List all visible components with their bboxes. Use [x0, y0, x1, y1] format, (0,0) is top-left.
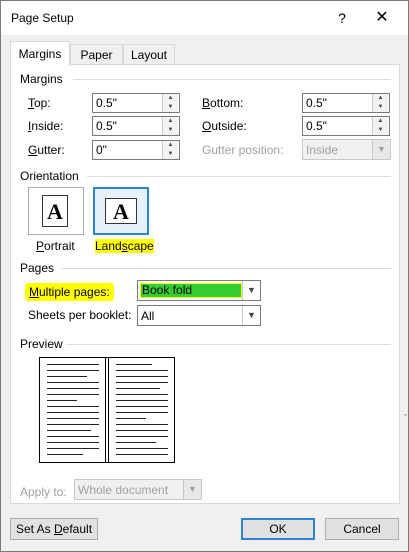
bottom-margin-spinner[interactable]: 0.5" ▲ ▼ — [302, 93, 390, 113]
preview-text-line — [116, 370, 168, 371]
gutter-position-label: Gutter position: — [202, 143, 284, 157]
preview-text-line — [47, 406, 99, 407]
ok-button[interactable]: OK — [241, 518, 315, 540]
spin-down-icon[interactable]: ▼ — [163, 126, 178, 135]
preview-text-line — [116, 382, 168, 383]
preview-text-line — [47, 424, 99, 425]
preview-text-line — [116, 394, 168, 395]
preview-left-page — [40, 358, 106, 462]
preview-text-line — [116, 424, 168, 425]
tab-paper[interactable]: Paper — [70, 44, 123, 64]
outside-margin-spinner[interactable]: 0.5" ▲ ▼ — [302, 116, 390, 136]
preview-text-line — [116, 442, 156, 443]
gutter-label: Gutter: — [28, 143, 65, 157]
margins-section-label: Margins — [20, 72, 63, 86]
orientation-section-label: Orientation — [20, 169, 79, 183]
preview-text-line — [47, 436, 99, 437]
margins-tab-panel: Margins Top: 0.5" ▲ ▼ Inside: 0.5" ▲ ▼ G… — [10, 64, 400, 504]
multiple-pages-select[interactable]: Book fold ▼ — [137, 280, 261, 301]
title-bar: Page Setup ? ✕ — [1, 1, 408, 35]
preview-text-line — [47, 442, 99, 443]
preview-text-line — [116, 418, 146, 419]
help-button[interactable]: ? — [327, 5, 357, 31]
gutter-position-value: Inside — [306, 143, 339, 157]
gutter-value: 0" — [96, 143, 107, 157]
tab-layout[interactable]: Layout — [123, 44, 175, 64]
pages-section-label: Pages — [20, 261, 55, 275]
gutter-spinner[interactable]: 0" ▲ ▼ — [92, 140, 180, 160]
multiple-pages-label: Multiple pages: — [25, 283, 114, 301]
inside-margin-value: 0.5" — [96, 119, 117, 133]
resize-grip-icon: ˇ — [404, 413, 407, 423]
preview-text-line — [47, 454, 83, 455]
gutter-position-select[interactable]: Inside ▼ — [302, 139, 391, 160]
preview-text-line — [47, 448, 99, 449]
preview-text-line — [47, 364, 99, 365]
chevron-down-icon: ▼ — [183, 480, 201, 499]
landscape-page-icon: A — [105, 198, 137, 224]
preview-text-line — [116, 430, 168, 431]
outside-margin-value: 0.5" — [306, 119, 327, 133]
booklet-preview — [39, 357, 175, 463]
preview-text-line — [47, 412, 99, 413]
sheets-per-booklet-label: Sheets per booklet: — [28, 308, 132, 322]
chevron-down-icon: ▼ — [372, 140, 390, 159]
top-margin-value: 0.5" — [96, 96, 117, 110]
bottom-margin-label: Bottom: — [202, 96, 244, 110]
cancel-button[interactable]: Cancel — [325, 518, 399, 540]
preview-text-line — [116, 412, 168, 413]
dialog-title: Page Setup — [11, 11, 74, 25]
outside-margin-label: Outside: — [202, 119, 247, 133]
portrait-button[interactable]: A — [28, 187, 84, 235]
divider — [61, 268, 391, 269]
preview-text-line — [47, 382, 99, 383]
tab-margins[interactable]: Margins — [10, 41, 70, 66]
preview-text-line — [116, 376, 168, 377]
preview-text-line — [116, 448, 168, 449]
portrait-label: Portrait — [36, 239, 75, 253]
preview-text-line — [47, 418, 99, 419]
preview-text-line — [116, 364, 152, 365]
spin-down-icon[interactable]: ▼ — [163, 150, 178, 159]
apply-to-value: Whole document — [78, 483, 169, 497]
preview-right-page — [108, 358, 174, 462]
chevron-down-icon: ▼ — [242, 306, 260, 325]
spin-down-icon[interactable]: ▼ — [163, 103, 178, 112]
top-margin-spinner[interactable]: 0.5" ▲ ▼ — [92, 93, 180, 113]
preview-section-label: Preview — [20, 337, 63, 351]
preview-text-line — [47, 394, 99, 395]
set-as-default-button[interactable]: Set As Default — [10, 518, 98, 540]
divider — [73, 79, 391, 80]
landscape-button[interactable]: A — [93, 187, 149, 235]
sheets-per-booklet-value: All — [141, 309, 155, 323]
spin-down-icon[interactable]: ▼ — [373, 126, 388, 135]
preview-text-line — [47, 400, 77, 401]
divider — [87, 176, 391, 177]
preview-text-line — [47, 376, 87, 377]
landscape-label: Landscape — [95, 239, 154, 253]
top-margin-label: Top: — [28, 96, 51, 110]
portrait-page-icon: A — [42, 195, 68, 227]
preview-text-line — [116, 406, 168, 407]
preview-text-line — [47, 388, 99, 389]
preview-text-line — [116, 400, 168, 401]
preview-text-line — [116, 454, 168, 455]
inside-margin-label: Inside: — [28, 119, 64, 133]
preview-text-line — [47, 370, 99, 371]
preview-text-line — [116, 436, 168, 437]
apply-to-select[interactable]: Whole document ▼ — [74, 479, 202, 500]
inside-margin-spinner[interactable]: 0.5" ▲ ▼ — [92, 116, 180, 136]
apply-to-label: Apply to: — [20, 485, 67, 499]
multiple-pages-value: Book fold — [140, 283, 242, 298]
preview-text-line — [47, 430, 91, 431]
chevron-down-icon: ▼ — [242, 281, 260, 300]
page-setup-dialog: Page Setup ? ✕ Margins Paper Layout Marg… — [0, 0, 409, 552]
close-icon[interactable]: ✕ — [367, 5, 397, 31]
preview-text-line — [116, 388, 160, 389]
bottom-margin-value: 0.5" — [306, 96, 327, 110]
sheets-per-booklet-select[interactable]: All ▼ — [137, 305, 261, 326]
spin-down-icon[interactable]: ▼ — [373, 103, 388, 112]
divider — [67, 344, 391, 345]
